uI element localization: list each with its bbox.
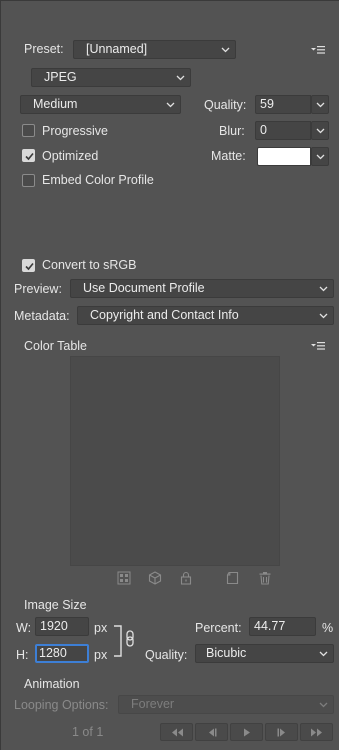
width-unit: px (94, 621, 108, 635)
looping-options-value: Forever (131, 697, 175, 711)
height-unit: px (94, 648, 108, 662)
optimized-checkbox[interactable] (22, 149, 35, 162)
checkmark-icon (25, 262, 34, 271)
web-shift-icon[interactable] (148, 571, 162, 585)
chevron-down-icon (316, 102, 325, 108)
progressive-checkbox[interactable] (22, 124, 35, 137)
height-input[interactable]: 1280 (35, 644, 89, 663)
chevron-down-icon (316, 154, 325, 160)
resample-quality-select[interactable]: Bicubic (195, 644, 334, 663)
frame-counter: 1 of 1 (72, 725, 104, 739)
convert-srgb-checkbox[interactable] (22, 259, 35, 272)
blur-dropdown-button[interactable] (311, 121, 329, 140)
last-frame-button[interactable] (300, 723, 333, 741)
chevron-down-icon (316, 128, 325, 134)
matte-color-swatch[interactable] (257, 147, 311, 166)
chevron-down-icon (176, 73, 185, 82)
metadata-label: Metadata: (14, 309, 70, 323)
animation-nav-bar (160, 723, 334, 741)
panel-menu-icon[interactable] (311, 44, 325, 54)
previous-frame-icon (209, 728, 217, 737)
first-frame-icon (172, 728, 183, 737)
image-size-label: Image Size (24, 598, 87, 612)
last-frame-icon (311, 728, 322, 737)
constrain-proportions-link-icon[interactable] (114, 624, 136, 658)
blur-label: Blur: (219, 124, 245, 138)
compression-select[interactable]: Medium (20, 95, 181, 114)
format-value: JPEG (44, 70, 77, 84)
next-frame-button[interactable] (265, 723, 298, 741)
quality-dropdown-button[interactable] (311, 95, 329, 114)
checkmark-icon (25, 152, 34, 161)
chevron-down-icon (166, 100, 175, 109)
format-select[interactable]: JPEG (31, 68, 191, 87)
trash-icon[interactable] (258, 571, 272, 585)
preview-value: Use Document Profile (83, 281, 205, 295)
optimized-label: Optimized (42, 149, 99, 163)
color-table-menu-icon[interactable] (311, 340, 325, 350)
metadata-value: Copyright and Contact Info (90, 308, 239, 322)
height-label: H: (16, 648, 29, 662)
quality-input[interactable]: 59 (255, 95, 311, 114)
color-table-grid[interactable] (70, 356, 280, 566)
chevron-down-icon (319, 311, 328, 320)
lock-color-icon[interactable] (179, 571, 193, 585)
compression-value: Medium (33, 97, 78, 111)
preview-select[interactable]: Use Document Profile (70, 279, 334, 298)
chevron-down-icon (221, 45, 230, 54)
resample-quality-value: Bicubic (206, 646, 247, 660)
play-icon (244, 728, 250, 737)
embed-color-profile-label: Embed Color Profile (42, 173, 154, 187)
looping-options-label: Looping Options: (14, 698, 109, 712)
preset-value: [Unnamed] (86, 42, 148, 56)
play-button[interactable] (230, 723, 263, 741)
embed-color-profile-checkbox[interactable] (22, 174, 35, 187)
blur-input[interactable]: 0 (255, 121, 311, 140)
percent-label: Percent: (195, 621, 242, 635)
preset-label: Preset: (24, 42, 64, 56)
chevron-down-icon (319, 649, 328, 658)
new-color-icon[interactable] (226, 571, 240, 585)
percent-unit: % (322, 621, 334, 635)
chevron-down-icon (319, 284, 328, 293)
width-input[interactable]: 1920 (35, 617, 89, 636)
resample-quality-label: Quality: (145, 648, 188, 662)
preview-label: Preview: (14, 282, 62, 296)
looping-options-select[interactable]: Forever (118, 695, 334, 714)
next-frame-icon (277, 728, 285, 737)
color-table-label: Color Table (24, 339, 88, 353)
preset-select[interactable]: [Unnamed] (73, 40, 236, 59)
animation-label: Animation (24, 677, 80, 691)
convert-srgb-label: Convert to sRGB (42, 258, 137, 272)
percent-input[interactable]: 44.77 (249, 617, 316, 636)
matte-label: Matte: (211, 149, 246, 163)
width-label: W: (16, 621, 32, 635)
progressive-label: Progressive (42, 124, 108, 138)
metadata-select[interactable]: Copyright and Contact Info (77, 306, 334, 325)
first-frame-button[interactable] (160, 723, 193, 741)
previous-frame-button[interactable] (195, 723, 228, 741)
map-colors-icon[interactable] (117, 571, 131, 585)
chevron-down-icon (319, 700, 328, 709)
quality-label: Quality: (204, 98, 247, 112)
matte-dropdown-button[interactable] (311, 147, 329, 166)
